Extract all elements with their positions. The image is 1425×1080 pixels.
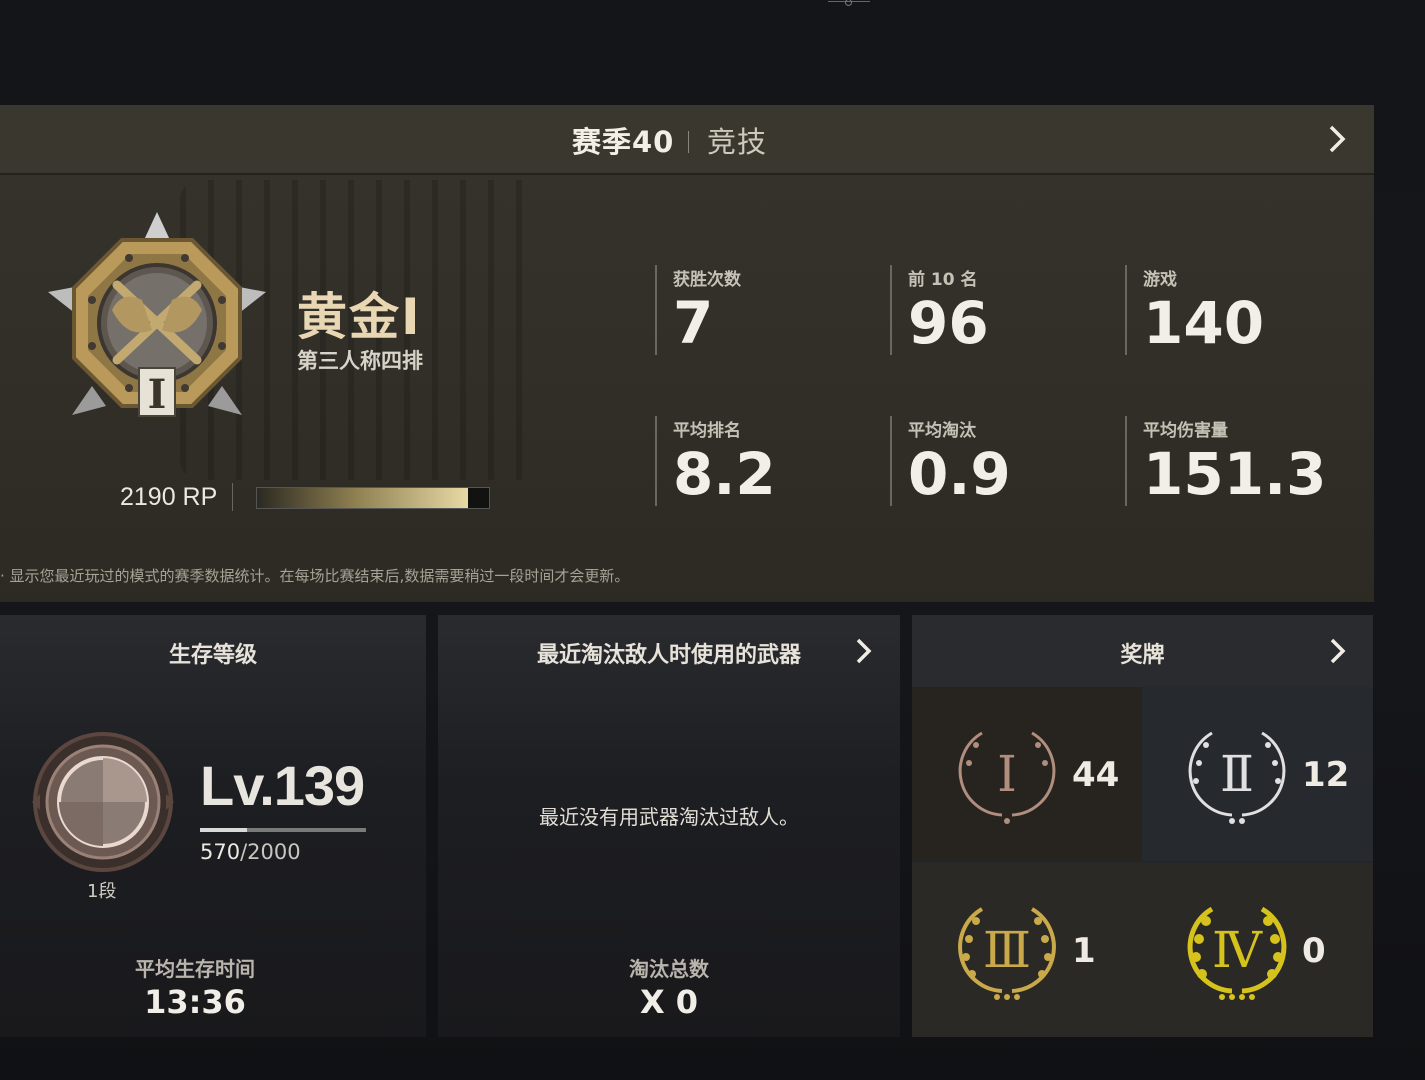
medal-tier-2[interactable]: Ⅱ 12 [1142, 687, 1373, 861]
total-eliminations-label: 淘汰总数 [629, 957, 709, 981]
medal-tier-4[interactable]: Ⅳ 0 [1142, 863, 1373, 1037]
season-header[interactable]: 赛季40 竞技 [0, 105, 1374, 175]
stat-value: 8.2 [673, 440, 776, 508]
stat-wins: 获胜次数 7 [655, 265, 873, 355]
rp-progress-fill [257, 488, 469, 508]
laurel-medal-1-icon: Ⅰ [958, 731, 1056, 824]
survival-dan: 1段 [87, 881, 117, 902]
medal-tier-numeral: Ⅲ [983, 921, 1031, 979]
stat-value: 151.3 [1143, 440, 1327, 508]
medal-tier-1[interactable]: Ⅰ 44 [912, 687, 1142, 861]
stat-label: 平均淘汰 [908, 421, 976, 441]
medal-tier-3[interactable]: Ⅲ 1 [912, 863, 1142, 1037]
medal-count: 1 [1072, 931, 1096, 971]
medal-count: 12 [1302, 755, 1350, 795]
recent-weapons-panel: 最近淘汰敌人时使用的武器 最近没有用武器淘汰过敌人。 淘汰总数 X 0 [438, 615, 900, 1037]
stat-label: 游戏 [1143, 270, 1177, 290]
survival-panel-title: 生存等级 [168, 643, 257, 668]
survival-level: Lv.139 [200, 754, 365, 817]
footnote-text: 显示您最近玩过的模式的赛季数据统计。在每场比赛结束后,数据需要稍过一段时间才会更… [9, 567, 630, 585]
survival-panel-header: 生存等级 [0, 615, 426, 687]
medal-count: 0 [1302, 931, 1326, 971]
stat-label: 平均伤害量 [1143, 421, 1228, 441]
survival-xp-fill [200, 828, 248, 832]
rp-progress-bar [256, 487, 490, 509]
stat-top10: 前 10 名 96 [890, 265, 1108, 355]
rank-points: 2190 RP [120, 483, 218, 511]
medal-count: 44 [1072, 755, 1120, 795]
medal-tier-numeral: Ⅱ [1220, 745, 1254, 803]
stat-avg-placement: 平均排名 8.2 [655, 416, 873, 506]
weapons-panel-header[interactable]: 最近淘汰敌人时使用的武器 [438, 615, 900, 687]
season-separator [688, 131, 689, 153]
stat-value: 0.9 [908, 440, 1011, 508]
stat-value: 7 [673, 289, 714, 357]
no-weapon-message: 最近没有用武器淘汰过敌人。 [539, 805, 799, 829]
chevron-right-icon[interactable] [1322, 121, 1352, 157]
stat-label: 前 10 名 [908, 270, 978, 290]
rp-separator [232, 483, 233, 511]
top-divider [828, 0, 870, 6]
chevron-right-icon[interactable] [1324, 635, 1350, 667]
stat-games: 游戏 140 [1125, 265, 1343, 355]
laurel-medal-3-icon: Ⅲ [958, 907, 1056, 1000]
season-title: 赛季40 [572, 125, 675, 159]
survival-xp-bar [200, 828, 366, 832]
chevron-right-icon[interactable] [850, 635, 876, 667]
survival-xp-text: 570/2000 [200, 840, 301, 864]
xp-current: 570 [200, 840, 241, 864]
avg-survival-time-value: 13:36 [144, 983, 246, 1021]
medals-panel: 奖牌 Ⅰ 44 Ⅱ 12 Ⅲ 1 Ⅳ 0 [912, 615, 1373, 1037]
rank-badge-numeral: I [148, 371, 167, 418]
medal-tier-numeral: Ⅰ [997, 745, 1017, 803]
stat-value: 96 [908, 289, 989, 357]
survival-tier-badge-icon [32, 732, 174, 872]
laurel-medal-4-icon: Ⅳ [1187, 906, 1287, 1000]
rank-tier-name: 黄金I [297, 288, 422, 346]
stat-avg-kills: 平均淘汰 0.9 [890, 416, 1108, 506]
survival-level-panel: 生存等级 Lv.139 570/2000 1段 平均生存时间 13:36 [0, 615, 426, 1037]
medals-panel-header[interactable]: 奖牌 [912, 615, 1373, 687]
stat-label: 平均排名 [673, 421, 741, 441]
weapons-panel-title: 最近淘汰敌人时使用的武器 [536, 643, 801, 668]
medal-tier-numeral: Ⅳ [1212, 921, 1263, 979]
laurel-medal-2-icon: Ⅱ [1188, 731, 1286, 824]
stat-value: 140 [1143, 289, 1265, 357]
xp-total: /2000 [240, 840, 301, 864]
medals-panel-title: 奖牌 [1120, 643, 1165, 668]
avg-survival-time-label: 平均生存时间 [135, 957, 255, 981]
stat-avg-damage: 平均伤害量 151.3 [1125, 416, 1343, 506]
season-mode: 竞技 [707, 125, 768, 159]
stat-label: 获胜次数 [673, 270, 741, 290]
gold-rank-badge-icon: I [48, 212, 266, 418]
total-eliminations-value: X 0 [639, 983, 699, 1021]
rank-queue-mode: 第三人称四排 [297, 349, 423, 373]
season-stats-panel: 赛季40 竞技 I 黄金I 第三人称四排 2190 RP 获胜次数 7 前 10… [0, 105, 1374, 602]
stats-footnote: · 显示您最近玩过的模式的赛季数据统计。在每场比赛结束后,数据需要稍过一段时间才… [0, 567, 630, 585]
